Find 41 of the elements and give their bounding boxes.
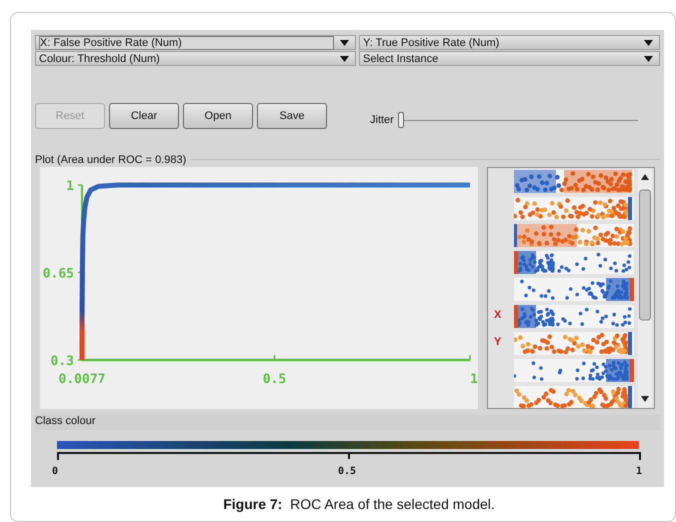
scroll-thumb[interactable] <box>639 190 651 320</box>
attribute-dot-strip[interactable] <box>514 278 634 301</box>
y-tick-label: 0.3 <box>50 354 74 369</box>
attribute-dot-strip[interactable] <box>514 386 634 408</box>
x-tick-label: 1 <box>470 372 478 387</box>
jitter-label: Jitter <box>370 114 394 126</box>
button[interactable]: Open <box>183 102 253 128</box>
attribute-dot-strip[interactable] <box>514 305 634 328</box>
scale-label: 0.5 <box>338 466 356 477</box>
class-colour-title: Class colour <box>35 415 660 430</box>
scroll-up-icon[interactable] <box>641 174 649 180</box>
attribute-dot-strip[interactable] <box>514 251 634 274</box>
scrollbar[interactable] <box>638 168 652 408</box>
axis-marker: Y <box>494 336 502 348</box>
caret-icon <box>644 56 653 62</box>
figure-caption: Figure 7: ROC Area of the selected model. <box>222 496 496 512</box>
y-tick-label: 1 <box>66 179 74 194</box>
attribute-dot-strip[interactable] <box>514 197 634 220</box>
slider-thumb[interactable] <box>398 112 404 128</box>
plot-title: Plot (Area under ROC = 0.983) <box>35 154 186 166</box>
dropdown[interactable]: X: False Positive Rate (Num) <box>35 35 356 50</box>
button[interactable]: Save <box>257 102 327 128</box>
attribute-dot-strip[interactable] <box>514 359 634 382</box>
scroll-down-icon[interactable] <box>641 396 649 402</box>
dropdown[interactable]: Colour: Threshold (Num) <box>35 51 356 66</box>
x-tick-label: 0.5 <box>262 372 286 387</box>
button[interactable]: Clear <box>109 102 179 128</box>
dropdown[interactable]: Select Instance <box>359 51 660 66</box>
attribute-dot-strip[interactable] <box>514 332 634 355</box>
jitter-slider[interactable] <box>398 112 638 128</box>
attribute-dot-strip[interactable] <box>514 224 634 247</box>
axis-marker: X <box>494 309 502 321</box>
caret-icon <box>340 40 349 46</box>
caret-icon <box>340 56 349 62</box>
y-tick-label: 0.65 <box>42 266 74 282</box>
x-tick-label: 0.0077 <box>58 372 106 387</box>
attribute-dot-strip[interactable] <box>514 170 634 193</box>
caret-icon <box>644 40 653 46</box>
dropdown[interactable]: Y: True Positive Rate (Num) <box>359 35 660 50</box>
scale-label: 1 <box>636 466 642 477</box>
scale-label: 0 <box>52 466 58 477</box>
